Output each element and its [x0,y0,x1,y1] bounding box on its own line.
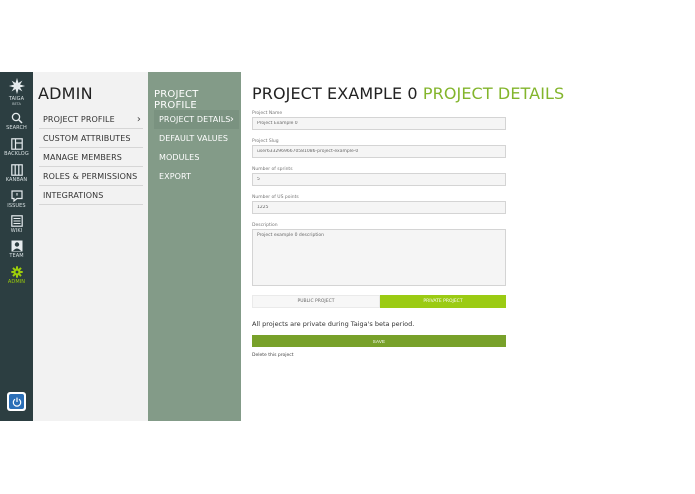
nav-team-label: TEAM [9,253,24,259]
profile-item-modules[interactable]: MODULES [154,148,239,167]
chevron-right-icon: › [136,114,141,125]
project-profile-sidebar: PROJECT PROFILE PROJECT DETAILS › DEFAUL… [148,72,241,421]
project-name-heading: PROJECT EXAMPLE 0 [252,84,418,103]
app-window: TAIGA BETA SEARCH BACKLOG KANBAN ISSUES … [0,72,695,421]
backlog-icon [10,138,23,150]
search-icon [11,112,23,124]
admin-item-manage-members[interactable]: MANAGE MEMBERS [39,148,143,167]
project-slug-input[interactable] [252,145,506,158]
taiga-logo-icon [8,77,25,95]
power-icon [12,397,21,407]
profile-item-default-values[interactable]: DEFAULT VALUES [154,129,239,148]
chevron-right-icon: › [229,114,234,125]
admin-nav: PROJECT PROFILE › CUSTOM ATTRIBUTES MANA… [39,110,143,205]
profile-title: PROJECT PROFILE [154,89,199,111]
nav-backlog-label: BACKLOG [4,151,29,157]
wiki-icon [10,215,23,227]
admin-item-label: PROJECT PROFILE [43,115,115,124]
admin-item-project-profile[interactable]: PROJECT PROFILE › [39,110,143,129]
profile-item-label: PROJECT DETAILS [159,115,231,124]
admin-item-roles-permissions[interactable]: ROLES & PERMISSIONS [39,167,143,186]
public-project-option[interactable]: PUBLIC PROJECT [252,295,380,308]
profile-item-label: DEFAULT VALUES [159,134,229,143]
sprints-label: Number of sprints [252,167,293,172]
beta-note: All projects are private during Taiga's … [252,320,415,328]
main-content: PROJECT EXAMPLE 0 PROJECT DETAILS Projec… [241,72,695,421]
admin-title: ADMIN [38,84,93,103]
admin-sidebar: ADMIN PROJECT PROFILE › CUSTOM ATTRIBUTE… [33,72,148,421]
brand-sub-label: BETA [12,102,21,106]
admin-item-label: INTEGRATIONS [43,191,104,200]
nav-search-label: SEARCH [6,125,27,131]
admin-item-label: MANAGE MEMBERS [43,153,122,162]
taiga-logo[interactable]: TAIGA BETA [0,77,33,106]
nav-wiki[interactable]: WIKI [0,215,33,234]
delete-project-link[interactable]: Delete this project [252,353,293,358]
profile-item-project-details[interactable]: PROJECT DETAILS › [154,110,239,129]
nav-search[interactable]: SEARCH [0,112,33,131]
section-heading: PROJECT DETAILS [422,84,565,103]
nav-issues[interactable]: ISSUES [0,190,33,209]
privacy-toggle: PUBLIC PROJECT PRIVATE PROJECT [252,295,506,308]
nav-admin-label: ADMIN [7,279,26,285]
power-button-face [9,394,24,409]
admin-item-custom-attributes[interactable]: CUSTOM ATTRIBUTES [39,129,143,148]
profile-item-label: MODULES [159,153,200,162]
description-textarea[interactable]: Project example 0 description [252,229,506,286]
admin-item-integrations[interactable]: INTEGRATIONS [39,186,143,205]
nav-team[interactable]: TEAM [0,240,33,259]
project-details-form: Project Name Project Slug Number of spri… [252,110,506,286]
us-points-label: Number of US points [252,195,299,200]
nav-backlog[interactable]: BACKLOG [0,138,33,157]
profile-item-label: EXPORT [159,172,192,181]
nav-wiki-label: WIKI [10,228,23,234]
gear-icon [10,266,23,278]
power-button[interactable] [7,392,26,411]
nav-issues-label: ISSUES [7,203,26,209]
profile-nav: PROJECT DETAILS › DEFAULT VALUES MODULES… [154,110,239,186]
admin-item-label: CUSTOM ATTRIBUTES [43,134,131,143]
nav-admin[interactable]: ADMIN [0,266,33,285]
icon-rail: TAIGA BETA SEARCH BACKLOG KANBAN ISSUES … [0,72,33,421]
nav-kanban[interactable]: KANBAN [0,164,33,183]
team-icon [11,240,22,252]
admin-item-label: ROLES & PERMISSIONS [43,172,138,181]
nav-kanban-label: KANBAN [5,177,28,183]
private-project-option[interactable]: PRIVATE PROJECT [380,295,506,308]
kanban-icon [10,164,23,176]
project-slug-label: Project Slug [252,139,279,144]
description-label: Description [252,223,278,228]
project-name-input[interactable] [252,117,506,130]
save-button[interactable]: SAVE [252,335,506,347]
profile-item-export[interactable]: EXPORT [154,167,239,186]
sprints-input[interactable] [252,173,506,186]
us-points-input[interactable] [252,201,506,214]
issues-icon [10,190,23,202]
project-name-label: Project Name [252,111,283,116]
page-title: PROJECT EXAMPLE 0 PROJECT DETAILS [252,84,564,103]
